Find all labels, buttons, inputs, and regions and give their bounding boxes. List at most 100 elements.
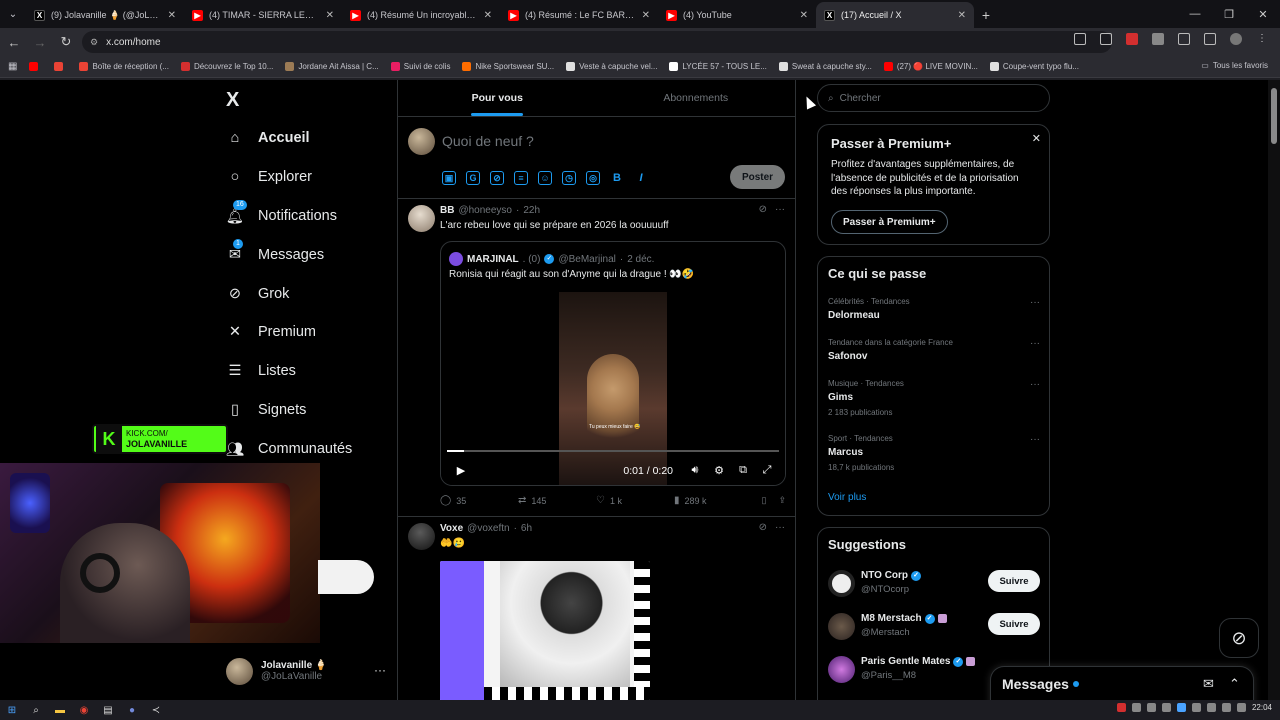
tab-following[interactable]: Abonnements bbox=[597, 80, 796, 116]
page-scrollbar[interactable] bbox=[1268, 80, 1280, 720]
post-button[interactable]: Poster bbox=[730, 165, 785, 189]
tweet-time[interactable]: 22h bbox=[523, 205, 540, 216]
more-icon[interactable]: ··· bbox=[1030, 338, 1040, 349]
search-icon[interactable]: ⌕ bbox=[24, 700, 48, 720]
repost-button[interactable]: ⇄ 145 bbox=[518, 495, 596, 506]
bookmark[interactable]: Sweat à capuche sty... bbox=[778, 62, 872, 71]
avatar[interactable] bbox=[408, 205, 435, 232]
bookmark[interactable]: LYCÉE 57 - TOUS LE... bbox=[669, 62, 767, 71]
trend-item[interactable]: Célébrités · Tendances Delormeau ··· bbox=[828, 297, 1040, 321]
browser-tab[interactable]: ▶ (4) TIMAR - SIERRA LEONE - YouTube ✕ bbox=[184, 2, 342, 28]
extension-icon[interactable] bbox=[1126, 33, 1138, 45]
bookmark[interactable]: Découvrez le Top 10... bbox=[180, 62, 273, 71]
suggestion-item[interactable]: M8 Merstach ✓ @Merstach Suivre bbox=[828, 611, 1040, 641]
url-bar[interactable]: ⚙ x.com/home bbox=[82, 31, 1112, 53]
more-icon[interactable]: ··· bbox=[374, 663, 386, 677]
app-icon[interactable]: ▤ bbox=[96, 700, 120, 720]
all-bookmarks[interactable]: ▭ Tous les favoris bbox=[1201, 61, 1268, 70]
more-icon[interactable]: ··· bbox=[1030, 434, 1040, 445]
close-tab-icon[interactable]: ✕ bbox=[168, 10, 176, 21]
puzzle-icon[interactable] bbox=[1178, 33, 1190, 45]
profile-avatar[interactable] bbox=[1230, 33, 1242, 45]
poll-icon[interactable]: ≡ bbox=[514, 171, 528, 185]
more-icon[interactable]: ··· bbox=[1030, 379, 1040, 390]
avatar[interactable] bbox=[408, 523, 435, 550]
bookmark[interactable]: Jordane Ait Aissa | C... bbox=[285, 62, 379, 71]
volume-icon[interactable]: 🔊︎ bbox=[683, 464, 707, 477]
gif-icon[interactable]: G bbox=[466, 171, 480, 185]
bookmark[interactable]: (27) 🔴 LIVE MOVIN... bbox=[883, 62, 978, 71]
grok-icon[interactable]: ⊘ bbox=[759, 204, 767, 215]
nav-item-explore[interactable]: ○ Explorer bbox=[226, 162, 312, 192]
new-tab-button[interactable]: + bbox=[974, 2, 998, 28]
grok-floating-button[interactable]: ⊘ bbox=[1219, 618, 1259, 658]
nav-item-grok[interactable]: ⊘ Grok bbox=[226, 279, 290, 309]
search-input[interactable]: ⌕ Chercher bbox=[817, 84, 1050, 112]
tray-icon[interactable] bbox=[1206, 703, 1216, 712]
tweet[interactable]: Voxe @voxeftn · 6h ⊘ ··· 🤲🥲 bbox=[398, 517, 795, 717]
new-message-icon[interactable]: ✉ bbox=[1203, 676, 1214, 692]
nav-item-home[interactable]: ⌂ Accueil bbox=[226, 123, 310, 153]
tweet-handle[interactable]: @honeeyso bbox=[458, 205, 512, 216]
schedule-icon[interactable]: ◷ bbox=[562, 171, 576, 185]
tray-icon[interactable] bbox=[1176, 703, 1186, 712]
italic-icon[interactable]: I bbox=[634, 171, 648, 185]
views-button[interactable]: ▮ 289 k bbox=[674, 495, 752, 506]
close-window-icon[interactable]: ✕ bbox=[1246, 0, 1280, 28]
minimize-icon[interactable]: — bbox=[1178, 0, 1212, 28]
clock[interactable]: 22:04 bbox=[1252, 703, 1272, 712]
video-player[interactable]: Tu peux mieux faire 😅 ▶ 0:01 / 0:20 🔊︎ ⚙… bbox=[441, 292, 785, 485]
bookmark[interactable] bbox=[54, 62, 67, 71]
tab-for-you[interactable]: Pour vous bbox=[398, 80, 597, 116]
tweet-author[interactable]: Voxe bbox=[440, 523, 463, 534]
premium-button[interactable]: Passer à Premium+ bbox=[831, 210, 948, 234]
bookmark-icon[interactable]: ▯ bbox=[762, 495, 767, 506]
compose-input[interactable]: Quoi de neuf ? bbox=[442, 133, 534, 149]
menu-icon[interactable]: ⋮ bbox=[1256, 33, 1268, 45]
browser-tab[interactable]: ▶ (4) Résumé Un incroyable Mbappé ✕ bbox=[342, 2, 500, 28]
chrome-icon[interactable]: ◉ bbox=[72, 700, 96, 720]
bookmark[interactable]: Suivi de colis bbox=[390, 62, 450, 71]
account-switcher[interactable]: Jolavanille 🍦 @JoLaVanille ··· bbox=[226, 657, 386, 685]
file-explorer-icon[interactable]: ▬ bbox=[48, 700, 72, 720]
browser-tab[interactable]: ▶ (4) Résumé : Le FC BARCELONE ✕ bbox=[500, 2, 658, 28]
reload-icon[interactable]: ↻ bbox=[54, 30, 78, 54]
close-tab-icon[interactable]: ✕ bbox=[642, 10, 650, 21]
extension-icon[interactable] bbox=[1152, 33, 1164, 45]
suggestion-item[interactable]: NTO Corp ✓ @NTOcorp Suivre bbox=[828, 568, 1040, 598]
bookmark[interactable]: Veste à capuche vel... bbox=[566, 62, 657, 71]
windows-start-icon[interactable]: ⊞ bbox=[0, 700, 24, 720]
close-icon[interactable]: ✕ bbox=[1032, 132, 1041, 145]
media-icon[interactable] bbox=[1204, 33, 1216, 45]
nav-item-bookmarks[interactable]: ▯ Signets bbox=[226, 395, 306, 425]
tweet-handle[interactable]: @voxeftn bbox=[467, 523, 509, 534]
expand-icon[interactable]: ⌃ bbox=[1229, 676, 1240, 692]
volume-icon[interactable] bbox=[1236, 703, 1246, 712]
like-button[interactable]: ♡ 1 k bbox=[596, 495, 674, 506]
tray-icon[interactable] bbox=[1161, 703, 1171, 712]
location-icon[interactable]: ◎ bbox=[586, 171, 600, 185]
reply-button[interactable]: ◯ 35 bbox=[440, 495, 518, 506]
back-icon[interactable]: ← bbox=[2, 30, 26, 54]
forward-icon[interactable]: → bbox=[28, 30, 52, 54]
nav-item-lists[interactable]: ☰ Listes bbox=[226, 356, 296, 386]
video-scrubber[interactable] bbox=[447, 450, 779, 452]
close-tab-icon[interactable]: ✕ bbox=[958, 10, 966, 21]
bookmark[interactable]: Coupe-vent typo flu... bbox=[989, 62, 1079, 71]
tray-icon[interactable] bbox=[1146, 703, 1156, 712]
site-info-icon[interactable]: ⚙ bbox=[90, 37, 98, 48]
tray-icon[interactable] bbox=[1116, 703, 1126, 712]
grok-icon[interactable]: ⊘ bbox=[759, 522, 767, 533]
tray-icon[interactable] bbox=[1191, 703, 1201, 712]
bold-icon[interactable]: B bbox=[610, 171, 624, 185]
see-more-link[interactable]: Voir plus bbox=[828, 492, 866, 503]
close-tab-icon[interactable]: ✕ bbox=[800, 10, 808, 21]
x-logo[interactable]: X bbox=[226, 89, 239, 112]
share-icon[interactable]: ⇪ bbox=[778, 495, 786, 506]
browser-tab[interactable]: ▶ (4) YouTube ✕ bbox=[658, 2, 816, 28]
tray-icon[interactable] bbox=[1131, 703, 1141, 712]
wifi-icon[interactable] bbox=[1221, 703, 1231, 712]
discord-icon[interactable]: ● bbox=[120, 700, 144, 720]
bookmark[interactable] bbox=[29, 62, 42, 71]
tweet-time[interactable]: 6h bbox=[521, 523, 532, 534]
